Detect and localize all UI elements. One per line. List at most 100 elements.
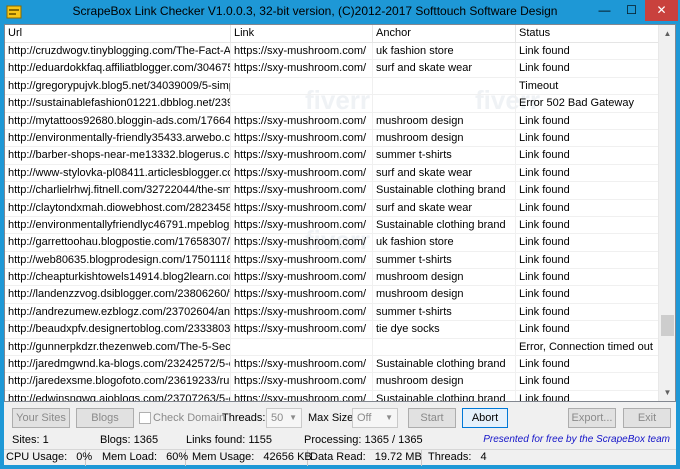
window-title: ScrapeBox Link Checker V1.0.0.3, 32-bit … <box>72 4 558 18</box>
anchor-cell: summer t-shirts <box>373 303 516 321</box>
link-cell: https://sxy-mushroom.com/ <box>231 286 373 304</box>
status-cell: Error, Connection timed out <box>516 338 659 356</box>
link-cell: https://sxy-mushroom.com/ <box>231 321 373 339</box>
scrollbar-track[interactable] <box>659 42 675 384</box>
url-cell: http://barber-shops-near-me13332.blogeru… <box>5 147 231 165</box>
scroll-up-arrow-icon[interactable]: ▲ <box>659 25 675 42</box>
threads-label: Threads: <box>222 412 266 424</box>
status-cell: Link found <box>516 303 659 321</box>
status-cell: Link found <box>516 390 659 401</box>
maximize-button[interactable]: ☐ <box>618 0 645 21</box>
table-row[interactable]: http://edwinsngwg.aioblogs.com/23707263/… <box>5 390 659 401</box>
url-cell: http://andrezumew.ezblogz.com/23702604/a… <box>5 303 231 321</box>
link-cell <box>231 77 373 95</box>
column-header-link[interactable]: Link <box>231 25 373 43</box>
column-header-status[interactable]: Status <box>516 25 659 43</box>
anchor-cell: surf and skate wear <box>373 60 516 78</box>
url-cell: http://claytondxmah.diowebhost.com/28234… <box>5 199 231 217</box>
vertical-scrollbar[interactable]: ▲ ▼ <box>658 25 675 401</box>
table-row[interactable]: http://cheapturkishtowels14914.blog2lear… <box>5 269 659 287</box>
anchor-cell: uk fashion store <box>373 43 516 60</box>
table-row[interactable]: http://eduardokkfaq.affiliatblogger.com/… <box>5 60 659 78</box>
link-cell: https://sxy-mushroom.com/ <box>231 269 373 287</box>
table-row[interactable]: http://charlielrhwj.fitnell.com/32722044… <box>5 182 659 200</box>
controls-bar: Your Sites Blogs Check Domain Threads: 5… <box>4 406 676 430</box>
mem-usage-label: Mem Usage: <box>192 451 255 463</box>
anchor-cell: Sustainable clothing brand <box>373 356 516 374</box>
blogs-button[interactable]: Blogs <box>76 408 134 428</box>
chevron-down-icon: ▼ <box>289 413 297 422</box>
table-row[interactable]: http://claytondxmah.diowebhost.com/28234… <box>5 199 659 217</box>
link-cell: https://sxy-mushroom.com/ <box>231 164 373 182</box>
status-cell: Link found <box>516 199 659 217</box>
table-row[interactable]: http://web80635.blogprodesign.com/175011… <box>5 251 659 270</box>
data-read: Data Read: 19.72 MB <box>308 450 422 466</box>
status-cell: Link found <box>516 182 659 200</box>
anchor-cell: uk fashion store <box>373 234 516 252</box>
table-row[interactable]: http://jaredmgwnd.ka-blogs.com/23242572/… <box>5 356 659 374</box>
link-cell: https://sxy-mushroom.com/ <box>231 199 373 217</box>
table-row[interactable]: http://andrezumew.ezblogz.com/23702604/a… <box>5 303 659 322</box>
anchor-cell: summer t-shirts <box>373 147 516 165</box>
export-button[interactable]: Export... <box>568 408 616 428</box>
start-button[interactable]: Start <box>408 408 456 428</box>
abort-button[interactable]: Abort <box>462 408 508 428</box>
url-cell: http://charlielrhwj.fitnell.com/32722044… <box>5 182 231 200</box>
table-row[interactable]: http://barber-shops-near-me13332.blogeru… <box>5 147 659 165</box>
status-cell: Link found <box>516 321 659 339</box>
url-cell: http://jaredmgwnd.ka-blogs.com/23242572/… <box>5 356 231 374</box>
anchor-cell: mushroom design <box>373 286 516 304</box>
url-cell: http://www-stylovka-pl08411.articlesblog… <box>5 164 231 182</box>
column-header-anchor[interactable]: Anchor <box>373 25 516 43</box>
table-row[interactable]: http://jaredexsme.blogofoto.com/23619233… <box>5 373 659 391</box>
max-size-select[interactable]: Off ▼ <box>352 408 398 428</box>
status-cell: Link found <box>516 43 659 60</box>
status-cell: Error 502 Bad Gateway <box>516 95 659 113</box>
url-cell: http://edwinsngwg.aioblogs.com/23707263/… <box>5 390 231 401</box>
anchor-cell <box>373 77 516 95</box>
scroll-down-arrow-icon[interactable]: ▼ <box>659 384 675 401</box>
check-domain-checkbox[interactable] <box>139 412 151 424</box>
scrollbar-thumb[interactable] <box>661 315 674 336</box>
url-cell: http://jaredexsme.blogofoto.com/23619233… <box>5 373 231 391</box>
mem-usage: Mem Usage: 42656 KB <box>186 450 312 466</box>
link-cell: https://sxy-mushroom.com/ <box>231 112 373 130</box>
anchor-cell: mushroom design <box>373 269 516 287</box>
table-row[interactable]: http://www-stylovka-pl08411.articlesblog… <box>5 164 659 183</box>
table-row[interactable]: http://environmentally-friendly35433.arw… <box>5 129 659 148</box>
status-cell: Timeout <box>516 77 659 95</box>
link-cell: https://sxy-mushroom.com/ <box>231 356 373 374</box>
table-row[interactable]: http://garrettoohau.blogpostie.com/17658… <box>5 234 659 252</box>
anchor-cell: mushroom design <box>373 112 516 130</box>
status-cell: Link found <box>516 234 659 252</box>
table-row[interactable]: http://sustainablefashion01221.dbblog.ne… <box>5 95 659 113</box>
url-cell: http://environmentallyfriendlyc46791.mpe… <box>5 216 231 234</box>
url-cell: http://landenzzvog.dsiblogger.com/238062… <box>5 286 231 304</box>
results-grid[interactable]: fiverr fiverr fiverr Url Link Anchor Sta… <box>4 24 676 402</box>
grid-rows: http://cruzdwogv.tinyblogging.com/The-Fa… <box>5 43 659 401</box>
promo-text: Presented for free by the ScrapeBox team <box>483 434 670 445</box>
threads-status-label: Threads: <box>428 451 472 463</box>
title-bar[interactable]: ScrapeBox Link Checker V1.0.0.3, 32-bit … <box>0 0 680 24</box>
close-button[interactable]: ✕ <box>645 0 678 21</box>
data-read-label: Data Read: <box>310 451 366 463</box>
your-sites-button[interactable]: Your Sites <box>12 408 70 428</box>
column-header-url[interactable]: Url <box>5 25 231 43</box>
client-area: fiverr fiverr fiverr Url Link Anchor Sta… <box>4 24 676 466</box>
exit-button[interactable]: Exit <box>623 408 671 428</box>
mem-usage-value: 42656 KB <box>263 451 312 463</box>
link-cell: https://sxy-mushroom.com/ <box>231 182 373 200</box>
table-row[interactable]: http://cruzdwogv.tinyblogging.com/The-Fa… <box>5 43 659 61</box>
minimize-button[interactable]: — <box>591 0 618 21</box>
table-row[interactable]: http://beaudxpfv.designertoblog.com/2333… <box>5 321 659 339</box>
table-row[interactable]: http://gregorypujvk.blog5.net/34039009/5… <box>5 77 659 96</box>
mem-load-label: Mem Load: <box>102 451 158 463</box>
threads-select[interactable]: 50 ▼ <box>266 408 302 428</box>
threads-status: Threads: 4 <box>422 450 542 466</box>
table-row[interactable]: http://landenzzvog.dsiblogger.com/238062… <box>5 286 659 304</box>
mem-load-value: 60% <box>166 451 189 463</box>
table-row[interactable]: http://gunnerpkdzr.thezenweb.com/The-5-S… <box>5 338 659 357</box>
table-row[interactable]: http://environmentallyfriendlyc46791.mpe… <box>5 216 659 235</box>
url-cell: http://garrettoohau.blogpostie.com/17658… <box>5 234 231 252</box>
table-row[interactable]: http://mytattoos92680.bloggin-ads.com/17… <box>5 112 659 130</box>
